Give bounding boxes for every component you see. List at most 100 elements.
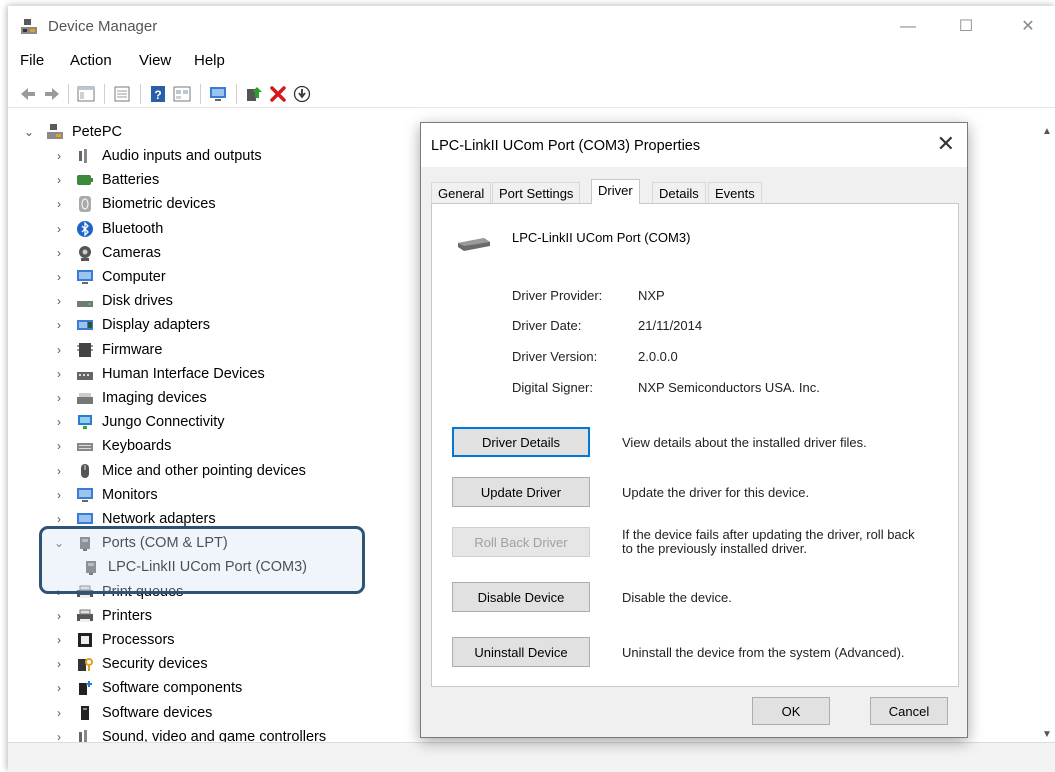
chevron-right-icon[interactable]: › (52, 706, 66, 720)
tab-events[interactable]: Events (708, 182, 762, 203)
update-driver-icon[interactable] (244, 84, 264, 104)
chevron-down-icon[interactable]: ⌄ (22, 125, 36, 139)
port-device-icon (458, 238, 490, 251)
forward-arrow-icon[interactable] (42, 84, 62, 104)
tree-category-bluetooth[interactable]: › Bluetooth (52, 217, 163, 241)
display-adapter-icon (77, 320, 93, 331)
toolbar-separator (104, 84, 105, 104)
camera-icon (79, 245, 91, 261)
dialog-close-button[interactable]: ✕ (937, 131, 955, 157)
tree-category-display-adapters[interactable]: › Display adapters (52, 313, 210, 337)
tree-category-printers[interactable]: › Printers (52, 604, 152, 628)
tree-category-imaging-devices[interactable]: › Imaging devices (52, 386, 207, 410)
scroll-down-icon[interactable]: ▼ (1042, 729, 1052, 740)
mouse-icon (81, 463, 89, 478)
tree-item-label: Audio inputs and outputs (102, 148, 262, 164)
cancel-button[interactable]: Cancel (870, 697, 948, 725)
tab-port-settings[interactable]: Port Settings (492, 182, 581, 203)
tree-item-label: Mice and other pointing devices (102, 462, 306, 479)
chevron-right-icon[interactable]: › (52, 294, 66, 308)
tree-category-processors[interactable]: › Processors (52, 628, 175, 652)
tab-driver[interactable]: Driver (591, 179, 640, 204)
tree-category-software-devices[interactable]: › Software devices (52, 701, 212, 725)
chevron-right-icon[interactable]: › (52, 439, 66, 453)
help-icon[interactable]: ? (148, 84, 168, 104)
chevron-right-icon[interactable]: › (52, 391, 66, 405)
chevron-right-icon[interactable]: › (52, 512, 66, 526)
tree-category-computer[interactable]: › Computer (52, 265, 166, 289)
tree-category-disk-drives[interactable]: › Disk drives (52, 289, 173, 313)
roll-back-driver-button[interactable]: Roll Back Driver (452, 527, 590, 557)
digital-signer-value: NXP Semiconductors USA. Inc. (638, 380, 820, 395)
chevron-right-icon[interactable]: › (52, 609, 66, 623)
close-button[interactable]: ✕ (1008, 12, 1048, 42)
menu-bar: File Action View Help (8, 52, 1055, 74)
tree-category-software-components[interactable]: › Software components (52, 676, 242, 700)
disable-device-desc: Disable the device. (622, 590, 732, 605)
menu-view[interactable]: View (139, 52, 171, 69)
chevron-right-icon[interactable]: › (52, 367, 66, 381)
tree-category-audio-inputs-and-outputs[interactable]: › Audio inputs and outputs (52, 144, 262, 168)
chevron-right-icon[interactable]: › (52, 633, 66, 647)
update-driver-button[interactable]: Update Driver (452, 477, 590, 507)
bluetooth-icon (77, 220, 93, 237)
tree-category-monitors[interactable]: › Monitors (52, 483, 158, 507)
uninstall-device-desc: Uninstall the device from the system (Ad… (622, 645, 905, 660)
tree-item-label: Monitors (102, 486, 158, 503)
view-icon[interactable] (172, 84, 192, 104)
device-manager-icon (21, 19, 37, 34)
tree-category-human-interface-devices[interactable]: › Human Interface Devices (52, 362, 265, 386)
tree-root[interactable]: ⌄ PetePC (22, 120, 122, 144)
uninstall-icon[interactable] (268, 84, 288, 104)
menu-file[interactable]: File (20, 52, 44, 69)
tree-category-sound-video-and-game-controllers[interactable]: › Sound, video and game controllers (52, 725, 326, 742)
chevron-right-icon[interactable]: › (52, 415, 66, 429)
menu-help[interactable]: Help (194, 52, 225, 69)
properties-icon[interactable] (112, 84, 132, 104)
toolbar: ? (8, 78, 1055, 108)
tree-category-jungo-connectivity[interactable]: › Jungo Connectivity (52, 410, 225, 434)
tree-category-security-devices[interactable]: › Security devices (52, 652, 208, 676)
chevron-right-icon[interactable]: › (52, 246, 66, 260)
toolbar-separator (200, 84, 201, 104)
svg-text:?: ? (154, 88, 161, 102)
chevron-right-icon[interactable]: › (52, 681, 66, 695)
ports-highlight-box (39, 526, 365, 594)
chevron-right-icon[interactable]: › (52, 464, 66, 478)
menu-action[interactable]: Action (70, 52, 112, 69)
tree-category-biometric-devices[interactable]: › Biometric devices (52, 192, 216, 216)
disable-device-icon[interactable] (292, 84, 312, 104)
tree-category-firmware[interactable]: › Firmware (52, 338, 162, 362)
driver-provider-value: NXP (638, 288, 665, 303)
scan-hardware-icon[interactable] (208, 84, 228, 104)
tree-item-label: Keyboards (102, 438, 172, 455)
tree-category-keyboards[interactable]: › Keyboards (52, 434, 171, 458)
driver-details-button[interactable]: Driver Details (452, 427, 590, 457)
tree-category-mice-and-other-pointing-devices[interactable]: › Mice and other pointing devices (52, 459, 306, 483)
tree-category-batteries[interactable]: › Batteries (52, 168, 159, 192)
disable-device-button[interactable]: Disable Device (452, 582, 590, 612)
chevron-right-icon[interactable]: › (52, 197, 66, 211)
tree-category-cameras[interactable]: › Cameras (52, 241, 161, 265)
chevron-right-icon[interactable]: › (52, 730, 66, 742)
uninstall-device-button[interactable]: Uninstall Device (452, 637, 590, 667)
tab-general[interactable]: General (431, 182, 492, 203)
back-arrow-icon[interactable] (18, 84, 38, 104)
vertical-scrollbar[interactable]: ▲ ▼ (1038, 118, 1055, 744)
chevron-right-icon[interactable]: › (52, 657, 66, 671)
chevron-right-icon[interactable]: › (52, 318, 66, 332)
firmware-icon (77, 342, 93, 357)
show-hide-console-tree-icon[interactable] (76, 84, 96, 104)
chevron-right-icon[interactable]: › (52, 173, 66, 187)
chevron-right-icon[interactable]: › (52, 488, 66, 502)
chevron-right-icon[interactable]: › (52, 343, 66, 357)
maximize-button[interactable]: ☐ (946, 12, 986, 42)
chevron-right-icon[interactable]: › (52, 270, 66, 284)
chevron-right-icon[interactable]: › (52, 149, 66, 163)
properties-dialog: LPC-LinkII UCom Port (COM3) Properties ✕… (420, 122, 968, 738)
ok-button[interactable]: OK (752, 697, 830, 725)
scroll-up-icon[interactable]: ▲ (1042, 126, 1052, 137)
chevron-right-icon[interactable]: › (52, 222, 66, 236)
minimize-button[interactable]: — (888, 12, 928, 42)
tab-details[interactable]: Details (652, 182, 706, 203)
